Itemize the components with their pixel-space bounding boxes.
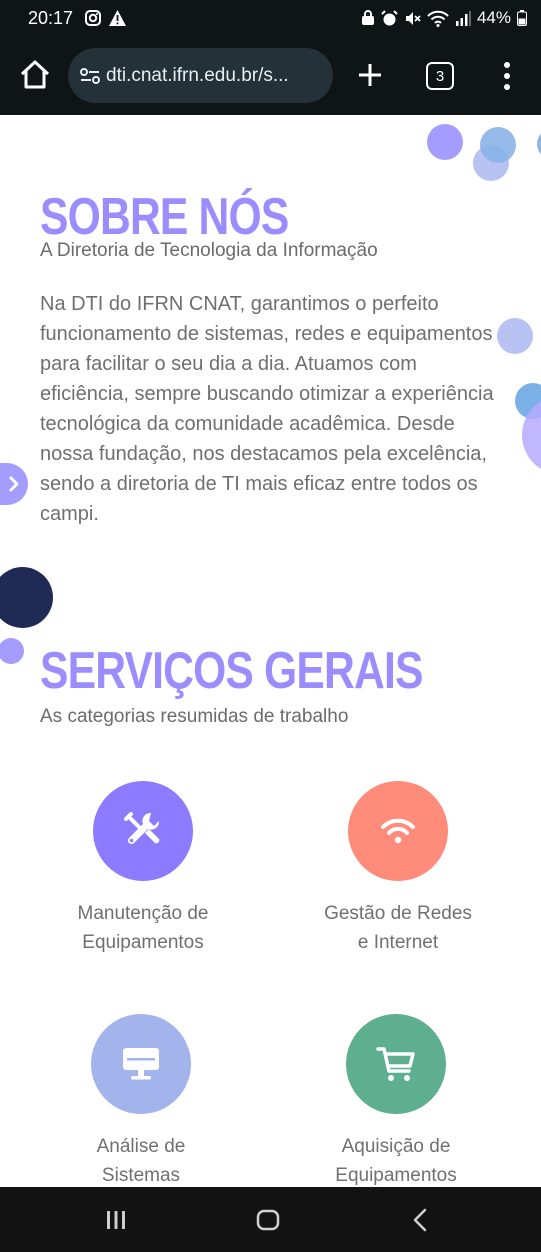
url-text[interactable]: dti.cnat.ifrn.edu.br/s...: [106, 65, 289, 87]
service-label-line2: Equipamentos: [82, 932, 204, 953]
tab-count: 3: [435, 67, 445, 85]
decor-bubble: [537, 129, 541, 159]
address-bar[interactable]: dti.cnat.ifrn.edu.br/s...: [68, 48, 333, 103]
service-systems-analysis[interactable]: Análise de Sistemas: [31, 1014, 251, 1187]
service-label-line2: Sistemas: [101, 1165, 181, 1186]
service-label-line1: Análise de: [96, 1136, 186, 1157]
status-time: 20:17: [28, 8, 74, 28]
decor-bubble: [497, 318, 533, 354]
service-icon-circle[interactable]: [91, 1014, 191, 1114]
site-settings-icon[interactable]: [78, 64, 102, 88]
tab-switcher-button[interactable]: 3: [426, 62, 454, 90]
service-label-line1: Manutenção de: [77, 903, 209, 924]
web-page: SOBRE NÓS A Diretoria de Tecnologia da I…: [0, 115, 541, 1187]
service-label-line1: Aquisição de: [341, 1136, 451, 1157]
decor-bubble: [0, 638, 24, 664]
battery-percent: 44%: [476, 8, 511, 27]
recent-apps-icon[interactable]: [105, 1209, 127, 1231]
service-icon-circle[interactable]: [348, 781, 448, 881]
services-title: SERVIÇOS GERAIS: [40, 642, 423, 700]
battery-icon: [517, 10, 527, 26]
lock-rotation-icon: [361, 10, 374, 25]
more-menu-icon[interactable]: [497, 60, 517, 92]
warning-icon: [109, 10, 126, 26]
signal-icon: [455, 11, 471, 26]
about-subtitle: A Diretoria de Tecnologia da Informação: [40, 240, 378, 261]
monitor-icon: [123, 1048, 159, 1080]
side-drawer-toggle[interactable]: [0, 463, 28, 505]
browser-toolbar: dti.cnat.ifrn.edu.br/s... 3: [0, 38, 541, 115]
service-label-line2: e Internet: [357, 932, 439, 953]
home-icon[interactable]: [18, 58, 52, 92]
chevron-right-icon: [9, 476, 19, 492]
instagram-icon: [85, 10, 101, 26]
service-label-line2: Equipamentos: [335, 1165, 457, 1186]
decor-bubble: [480, 127, 516, 163]
new-tab-icon[interactable]: [355, 60, 385, 90]
system-navigation-bar: [0, 1187, 541, 1252]
about-body: Na DTI do IFRN CNAT, garantimos o perfei…: [40, 293, 494, 525]
wifi-icon: [381, 818, 415, 844]
about-title: SOBRE NÓS: [40, 188, 289, 246]
tools-icon: [124, 812, 160, 845]
service-equipment-acquisition[interactable]: Aquisição de Equipamentos: [286, 1014, 506, 1187]
status-notification-icons: [84, 9, 127, 27]
wifi-status-icon: [427, 10, 449, 27]
service-icon-circle[interactable]: [93, 781, 193, 881]
cart-icon: [376, 1047, 415, 1081]
services-subtitle: As categorias resumidas de trabalho: [40, 706, 349, 727]
mute-icon: [405, 11, 421, 25]
alarm-icon: [381, 9, 398, 25]
back-icon[interactable]: [410, 1208, 430, 1232]
decor-bubble: [427, 124, 463, 160]
decor-bubble: [0, 567, 53, 628]
service-networks[interactable]: Gestão de Redes e Internet: [288, 781, 508, 957]
service-label-line1: Gestão de Redes: [324, 903, 472, 924]
service-icon-circle[interactable]: [346, 1014, 446, 1114]
service-maintenance[interactable]: Manutenção de Equipamentos: [33, 781, 253, 957]
status-system-icons: 44%: [361, 8, 527, 28]
nav-home-icon[interactable]: [256, 1209, 280, 1231]
status-bar: 20:17 44%: [0, 0, 541, 38]
